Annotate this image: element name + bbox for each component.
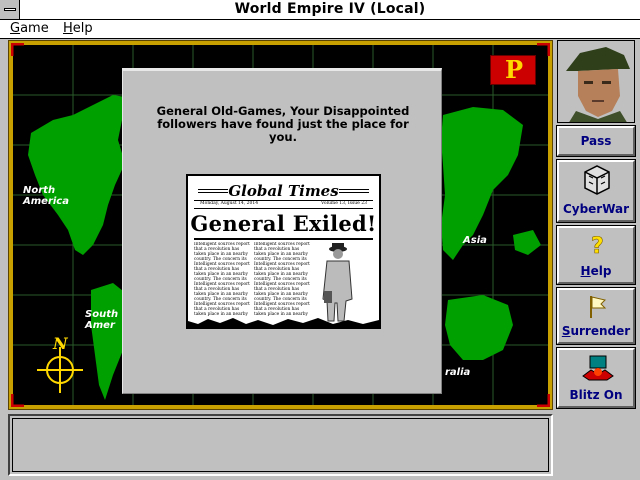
- svg-text:?: ?: [591, 234, 604, 259]
- general-avatar: [558, 41, 634, 122]
- divider: [194, 208, 373, 209]
- system-menu-button[interactable]: [0, 0, 20, 19]
- australia-region[interactable]: [445, 295, 513, 360]
- map-label-australia: ralia: [445, 367, 471, 378]
- blitz-icon: [582, 355, 614, 381]
- map-label-asia: Asia: [463, 235, 487, 246]
- island-region: [513, 230, 541, 255]
- pass-button[interactable]: Pass: [556, 125, 636, 157]
- dialog-message: General Old-Games, Your Disappointed fol…: [156, 104, 410, 144]
- newspaper-name: Global Times: [228, 182, 339, 200]
- surrender-label: Surrender: [561, 324, 631, 338]
- compass-rose-icon: N: [37, 334, 83, 393]
- white-flag-icon: [590, 296, 607, 318]
- menu-bar: Game Help: [0, 20, 640, 39]
- window-title: World Empire IV (Local): [234, 1, 426, 17]
- blitz-button[interactable]: Blitz On: [556, 347, 636, 409]
- player-flag-letter: P: [505, 55, 524, 84]
- cyberwar-label: CyberWar: [562, 202, 630, 216]
- cyberwar-icon: [584, 165, 610, 195]
- newspaper-date: Monday, August 14, 2014: [200, 201, 259, 206]
- exiled-general-figure-icon: [322, 243, 353, 322]
- status-panel: [8, 414, 553, 476]
- corner-ornament-icon: [11, 43, 24, 56]
- corner-ornament-icon: [11, 394, 24, 407]
- north-america-region[interactable]: [28, 95, 125, 255]
- help-label: Help: [580, 264, 612, 278]
- surrender-button[interactable]: Surrender: [556, 287, 636, 345]
- player-flag: P: [490, 55, 536, 85]
- torn-edge-icon: [188, 318, 379, 327]
- newspaper-column: Intelligent sources report that a revolu…: [194, 242, 250, 317]
- question-icon: ?: [591, 234, 604, 259]
- cyberwar-button[interactable]: CyberWar: [556, 159, 636, 223]
- corner-ornament-icon: [537, 43, 550, 56]
- help-button[interactable]: ? Help: [556, 225, 636, 285]
- menu-help[interactable]: Help: [63, 21, 93, 36]
- newspaper-column: Intelligent sources report that a revolu…: [254, 242, 310, 317]
- newspaper-image: Global Times Monday, August 14, 2014 Vol…: [186, 174, 381, 329]
- blitz-label: Blitz On: [569, 388, 623, 402]
- menu-game[interactable]: Game: [10, 21, 49, 36]
- map-label-north-america: North America: [23, 185, 69, 207]
- system-menu-icon: [4, 8, 16, 11]
- newspaper-headline: General Exiled!: [190, 211, 377, 236]
- map-label-south-america: South Amer: [85, 309, 119, 331]
- pass-label: Pass: [580, 134, 612, 148]
- exile-dialog[interactable]: General Old-Games, Your Disappointed fol…: [122, 68, 442, 394]
- svg-text:N: N: [52, 334, 69, 353]
- corner-ornament-icon: [537, 394, 550, 407]
- title-bar: World Empire IV (Local): [0, 0, 640, 20]
- newspaper-volume: Volume 13, Issue 23: [321, 201, 367, 206]
- general-portrait: [557, 40, 635, 123]
- status-text: [12, 418, 549, 472]
